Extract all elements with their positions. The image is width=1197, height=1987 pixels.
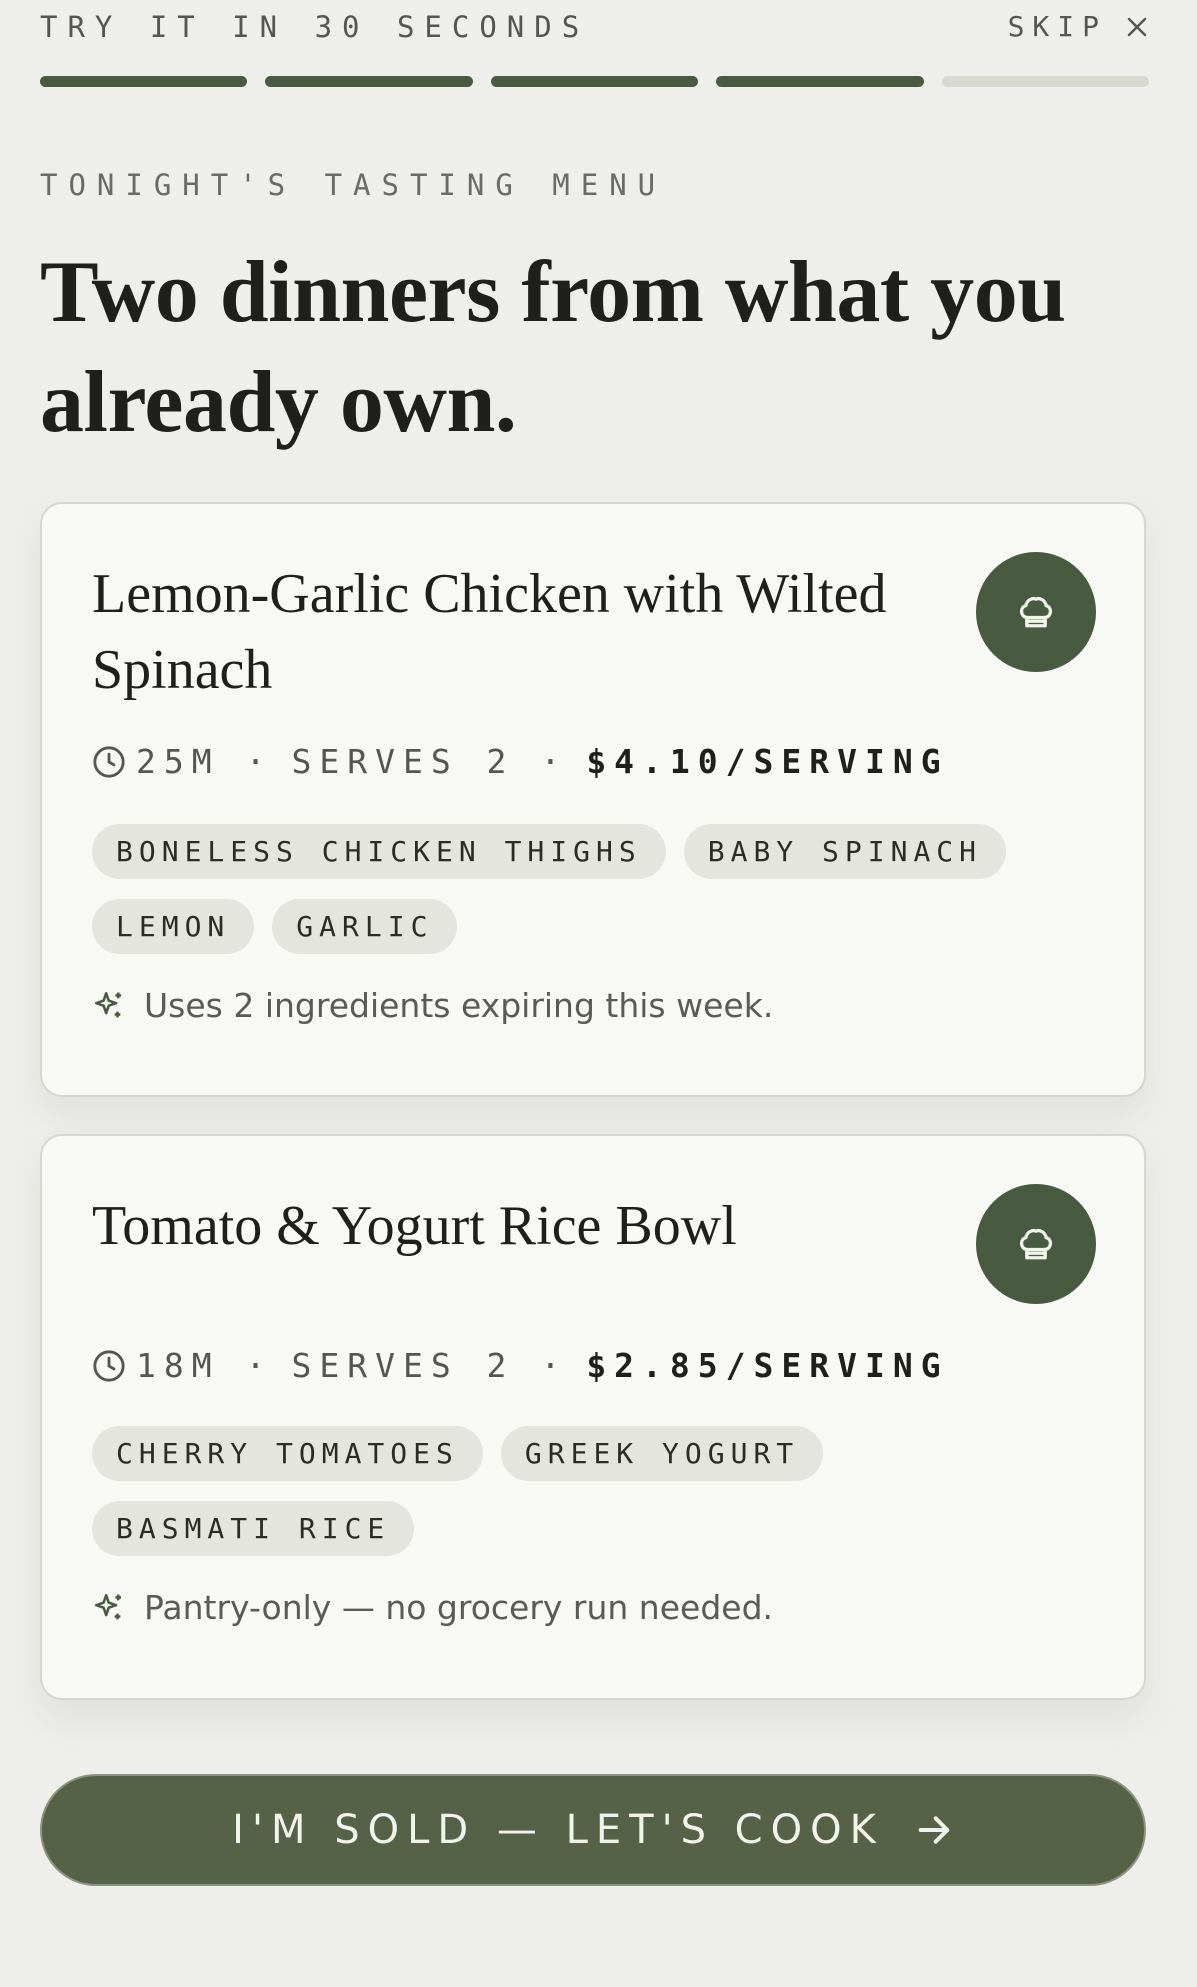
meta-separator: · xyxy=(245,1346,266,1385)
recipe-meta: 18M · SERVES 2 · $2.85/SERVING xyxy=(92,1346,949,1385)
progress-segment xyxy=(716,76,924,87)
recipe-serves: SERVES 2 xyxy=(291,742,515,781)
meta-separator: · xyxy=(245,742,266,781)
ingredient-tags: BONELESS CHICKEN THIGHS BABY SPINACH LEM… xyxy=(92,824,1092,954)
progress-bar xyxy=(40,76,1150,87)
progress-segment xyxy=(490,76,699,87)
top-bar: TRY IT IN 30 SECONDS SKIP xyxy=(40,10,1149,50)
onboarding-screen: TRY IT IN 30 SECONDS SKIP TONIGHT'S TAST… xyxy=(0,0,1197,1987)
progress-segment xyxy=(40,76,248,87)
section-eyebrow: TONIGHT'S TASTING MENU xyxy=(40,168,667,202)
progress-segment xyxy=(265,76,473,87)
recipe-card[interactable]: Tomato & Yogurt Rice Bowl 18M · SERVES 2… xyxy=(40,1134,1146,1700)
recipe-time: 18M xyxy=(136,1346,220,1385)
recipe-price: $2.85/SERVING xyxy=(586,1346,949,1385)
recipe-serves: SERVES 2 xyxy=(291,1346,515,1385)
recipe-card[interactable]: Lemon-Garlic Chicken with Wilted Spinach… xyxy=(40,502,1146,1097)
recipe-note: Uses 2 ingredients expiring this week. xyxy=(92,986,773,1025)
ingredient-tag: LEMON xyxy=(92,899,255,954)
recipe-note-text: Pantry-only — no grocery run needed. xyxy=(144,1588,774,1627)
sparkle-icon xyxy=(94,991,122,1017)
chef-hat-button[interactable] xyxy=(976,1184,1096,1304)
page-title: Two dinners from what you already own. xyxy=(40,244,1066,451)
ingredient-tag: CHERRY TOMATOES xyxy=(92,1426,483,1481)
recipe-title: Tomato & Yogurt Rice Bowl xyxy=(92,1195,737,1257)
skip-button[interactable]: SKIP xyxy=(1008,10,1149,43)
ingredient-tag: BONELESS CHICKEN THIGHS xyxy=(92,824,666,879)
chef-hat-button[interactable] xyxy=(976,552,1096,672)
ingredient-tag: GARLIC xyxy=(272,899,458,954)
recipe-price: $4.10/SERVING xyxy=(586,742,949,781)
close-icon xyxy=(1127,17,1147,36)
chef-hat-icon xyxy=(1019,596,1053,628)
ingredient-tag: GREEK YOGURT xyxy=(500,1426,824,1481)
progress-segment xyxy=(941,76,1150,87)
arrow-right-icon xyxy=(918,1816,950,1844)
meta-separator: · xyxy=(540,1346,561,1385)
recipe-note: Pantry-only — no grocery run needed. xyxy=(92,1588,773,1627)
cta-label: I'M SOLD — LET'S COOK xyxy=(232,1807,884,1853)
clock-icon xyxy=(93,1349,125,1382)
cta-button[interactable]: I'M SOLD — LET'S COOK xyxy=(40,1774,1146,1886)
ingredient-tag: BASMATI RICE xyxy=(92,1501,415,1556)
recipe-time: 25M xyxy=(136,742,220,781)
chef-hat-icon xyxy=(1019,1228,1053,1260)
skip-label: SKIP xyxy=(1007,10,1107,43)
recipe-note-text: Uses 2 ingredients expiring this week. xyxy=(144,986,774,1025)
clock-icon xyxy=(93,745,125,778)
meta-separator: · xyxy=(540,742,561,781)
ingredient-tag: BABY SPINACH xyxy=(683,824,1007,879)
step-title: TRY IT IN 30 SECONDS xyxy=(40,10,590,44)
recipe-meta: 25M · SERVES 2 · $4.10/SERVING xyxy=(92,742,949,781)
sparkle-icon xyxy=(94,1593,122,1619)
recipe-title: Lemon-Garlic Chicken with Wilted Spinach xyxy=(92,563,887,701)
ingredient-tags: CHERRY TOMATOES GREEK YOGURT BASMATI RIC… xyxy=(92,1426,1092,1556)
